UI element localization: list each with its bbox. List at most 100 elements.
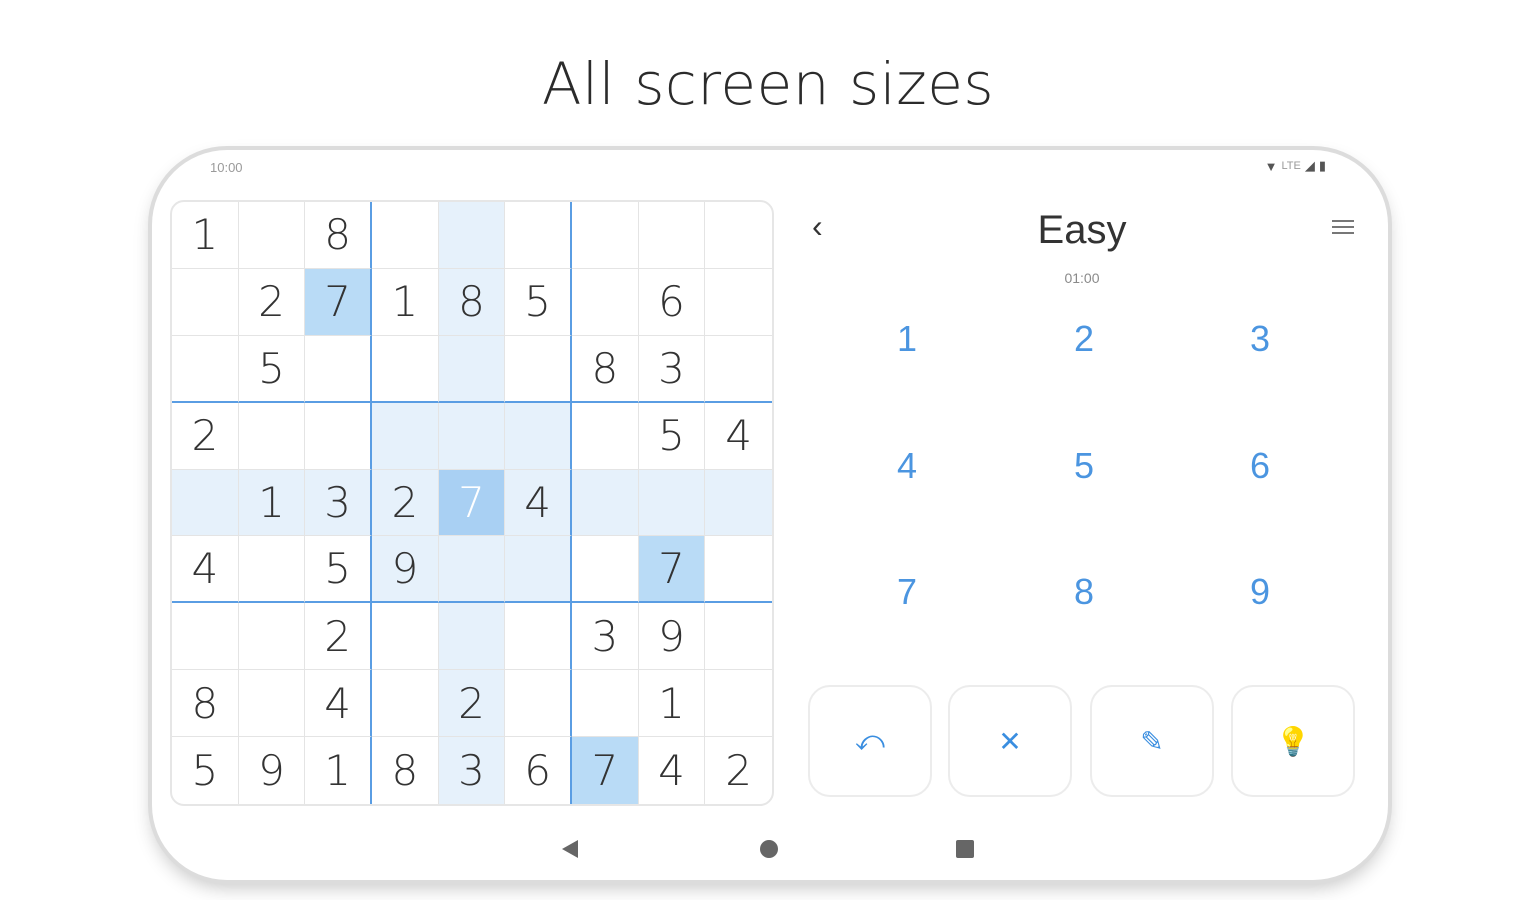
- sudoku-cell[interactable]: [505, 670, 572, 738]
- sudoku-cell[interactable]: [571, 202, 639, 269]
- number-key[interactable]: 9: [1220, 571, 1300, 613]
- sudoku-cell[interactable]: 7: [438, 469, 506, 537]
- sudoku-cell[interactable]: 5: [638, 402, 706, 470]
- sudoku-cell[interactable]: 4: [705, 403, 772, 470]
- sudoku-cell[interactable]: [638, 469, 706, 537]
- sudoku-cell[interactable]: [705, 670, 772, 738]
- sudoku-cell[interactable]: [371, 603, 439, 671]
- back-button[interactable]: ‹: [812, 208, 823, 245]
- sudoku-cell[interactable]: [371, 335, 439, 403]
- sudoku-cell[interactable]: [571, 670, 639, 738]
- sudoku-cell[interactable]: 6: [638, 268, 706, 336]
- sudoku-cell[interactable]: 8: [372, 737, 439, 804]
- sudoku-cell[interactable]: [238, 202, 306, 269]
- sudoku-cell[interactable]: 8: [571, 335, 639, 403]
- sudoku-cell[interactable]: [505, 202, 572, 269]
- sudoku-cell[interactable]: [172, 268, 239, 336]
- sudoku-cell[interactable]: [705, 536, 772, 604]
- sudoku-cell[interactable]: 2: [238, 268, 306, 336]
- sudoku-cell[interactable]: 1: [305, 737, 372, 804]
- number-key[interactable]: 1: [867, 318, 947, 360]
- sudoku-cell[interactable]: [238, 670, 306, 738]
- sudoku-cell[interactable]: 5: [238, 335, 306, 403]
- sudoku-cell[interactable]: [371, 202, 439, 269]
- nav-home-button[interactable]: [760, 840, 778, 858]
- sudoku-cell[interactable]: 7: [571, 737, 639, 804]
- sudoku-cell[interactable]: [571, 536, 639, 604]
- sudoku-cell[interactable]: 4: [505, 469, 572, 537]
- sudoku-cell[interactable]: [172, 469, 239, 537]
- sudoku-cell[interactable]: 9: [371, 536, 439, 604]
- sudoku-cell[interactable]: [172, 335, 239, 403]
- sudoku-cell[interactable]: 2: [371, 469, 439, 537]
- sudoku-cell[interactable]: [571, 469, 639, 537]
- sudoku-board: 182718565832541327445972398421591836742: [170, 200, 774, 806]
- number-key[interactable]: 7: [867, 571, 947, 613]
- sudoku-cell[interactable]: [371, 670, 439, 738]
- sudoku-cell[interactable]: 3: [571, 603, 639, 671]
- sudoku-cell[interactable]: 9: [638, 603, 706, 671]
- sudoku-cell[interactable]: 3: [638, 335, 706, 403]
- sudoku-cell[interactable]: 9: [239, 737, 306, 804]
- sudoku-cell[interactable]: 1: [371, 268, 439, 336]
- sudoku-cell[interactable]: [238, 603, 306, 671]
- notes-button[interactable]: ✎: [1090, 685, 1214, 797]
- sudoku-cell[interactable]: 1: [638, 670, 706, 738]
- number-key[interactable]: 8: [1044, 571, 1124, 613]
- number-key[interactable]: 5: [1044, 445, 1124, 487]
- sudoku-cell[interactable]: 3: [305, 469, 372, 537]
- sudoku-cell[interactable]: [571, 268, 639, 336]
- sudoku-cell[interactable]: 2: [172, 402, 239, 470]
- sudoku-cell[interactable]: [505, 536, 572, 604]
- sudoku-cell[interactable]: [238, 536, 306, 604]
- sudoku-cell[interactable]: [505, 402, 572, 470]
- sudoku-cell[interactable]: [705, 269, 772, 336]
- sudoku-cell[interactable]: [172, 603, 239, 671]
- sudoku-cell[interactable]: 4: [305, 670, 372, 738]
- sudoku-cell[interactable]: 3: [438, 737, 506, 804]
- sudoku-cell[interactable]: 5: [305, 536, 372, 604]
- sudoku-cell[interactable]: [238, 402, 306, 470]
- sudoku-cell[interactable]: [305, 335, 372, 403]
- sudoku-cell[interactable]: 2: [705, 737, 772, 804]
- nav-back-button[interactable]: [562, 840, 578, 858]
- number-key[interactable]: 4: [867, 445, 947, 487]
- sudoku-cell[interactable]: 8: [172, 670, 239, 738]
- sudoku-cell[interactable]: 7: [638, 536, 706, 604]
- sudoku-cell[interactable]: 7: [305, 268, 372, 336]
- sudoku-cell[interactable]: [705, 336, 772, 403]
- sudoku-cell[interactable]: [705, 469, 772, 537]
- number-key[interactable]: 2: [1044, 318, 1124, 360]
- sudoku-cell[interactable]: [705, 202, 772, 269]
- sudoku-cell[interactable]: [505, 603, 572, 671]
- sudoku-cell[interactable]: [438, 402, 506, 470]
- sudoku-cell[interactable]: 8: [305, 202, 372, 269]
- sudoku-cell[interactable]: [438, 335, 506, 403]
- sudoku-cell[interactable]: [438, 202, 506, 269]
- hint-button[interactable]: 💡: [1231, 685, 1355, 797]
- number-key[interactable]: 3: [1220, 318, 1300, 360]
- sudoku-cell[interactable]: 5: [172, 737, 239, 804]
- sudoku-cell[interactable]: [438, 603, 506, 671]
- erase-button[interactable]: ✕: [948, 685, 1072, 797]
- sudoku-cell[interactable]: 2: [438, 670, 506, 738]
- number-key[interactable]: 6: [1220, 445, 1300, 487]
- nav-recents-button[interactable]: [956, 840, 974, 858]
- sudoku-cell[interactable]: [438, 536, 506, 604]
- sudoku-cell[interactable]: 2: [305, 603, 372, 671]
- sudoku-cell[interactable]: 1: [238, 469, 306, 537]
- sudoku-cell[interactable]: 5: [505, 268, 572, 336]
- sudoku-cell[interactable]: [371, 402, 439, 470]
- sudoku-cell[interactable]: [638, 202, 706, 269]
- sudoku-cell[interactable]: 4: [639, 737, 706, 804]
- menu-button[interactable]: [1332, 216, 1354, 238]
- sudoku-cell[interactable]: 8: [438, 268, 506, 336]
- sudoku-cell[interactable]: 1: [172, 202, 239, 269]
- sudoku-cell[interactable]: [705, 603, 772, 671]
- sudoku-cell[interactable]: 4: [172, 536, 239, 604]
- sudoku-cell[interactable]: [305, 402, 372, 470]
- sudoku-cell[interactable]: [505, 335, 572, 403]
- sudoku-cell[interactable]: 6: [505, 737, 572, 804]
- undo-button[interactable]: ⤺: [808, 685, 932, 797]
- sudoku-cell[interactable]: [571, 402, 639, 470]
